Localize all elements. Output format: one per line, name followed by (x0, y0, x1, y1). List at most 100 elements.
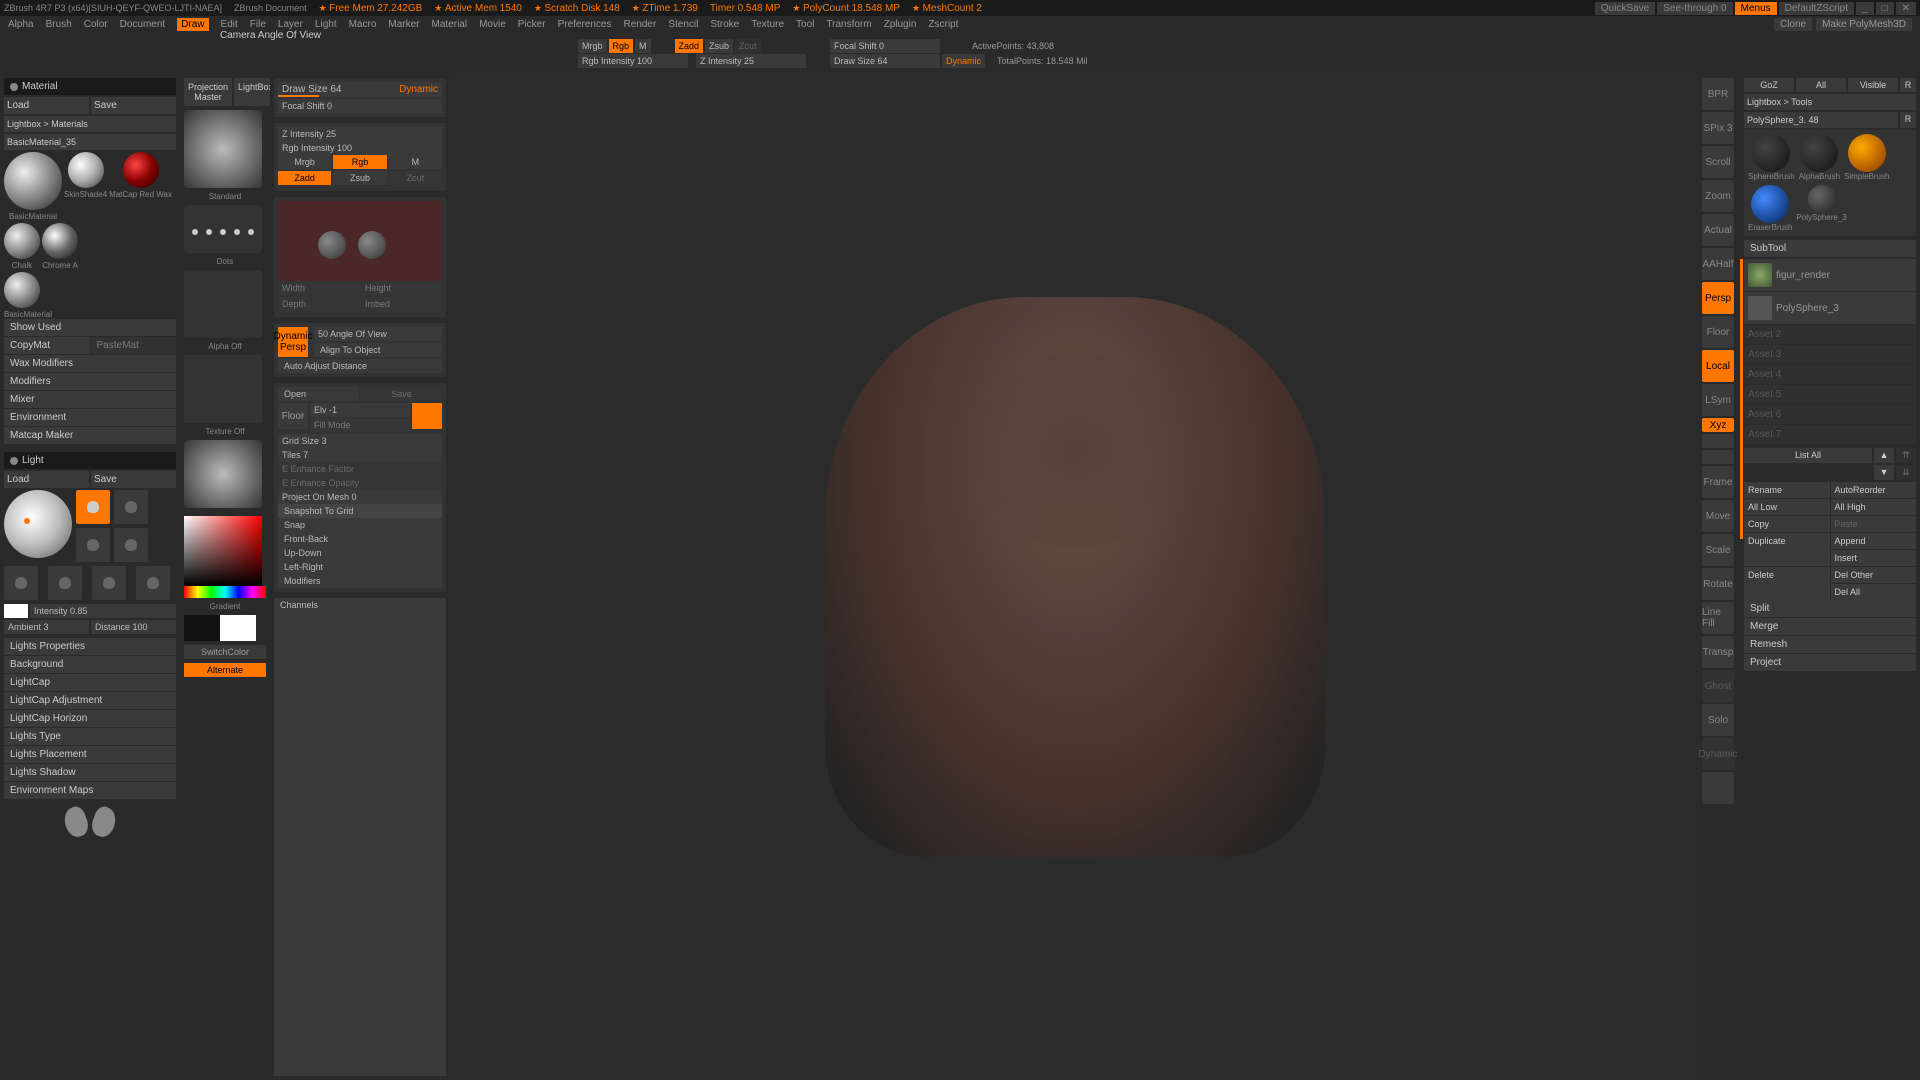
material-save-button[interactable]: Save (91, 97, 176, 114)
copy-button[interactable]: Copy (1744, 516, 1830, 532)
light-ambient-slider[interactable]: Ambient 3 (4, 620, 89, 634)
subtool-item-5[interactable]: Asset 5 (1744, 385, 1916, 404)
all-low-button[interactable]: All Low (1744, 499, 1830, 515)
lightcap-section[interactable]: LightCap (4, 674, 176, 691)
rotate-icon[interactable]: Rotate (1702, 568, 1734, 600)
spix-slider[interactable]: SPix 3 (1702, 112, 1734, 144)
zsub-button-panel[interactable]: Zsub (333, 171, 386, 185)
menu-tool[interactable]: Tool (796, 19, 814, 30)
pf-icon[interactable] (1702, 434, 1734, 448)
lsym-icon[interactable]: LSym (1702, 384, 1734, 416)
lightcap-adjustment-section[interactable]: LightCap Adjustment (4, 692, 176, 709)
material-panel-header[interactable]: Material (4, 78, 176, 95)
menu-light[interactable]: Light (315, 19, 337, 30)
width-slider[interactable]: Width (278, 281, 359, 295)
light-slot-2[interactable] (114, 490, 148, 524)
insert-button[interactable]: Insert (1831, 550, 1917, 566)
lights-properties-section[interactable]: Lights Properties (4, 638, 176, 655)
wax-modifiers-section[interactable]: Wax Modifiers (4, 355, 176, 372)
focal-shift-slider[interactable]: Focal Shift 0 (830, 39, 940, 53)
mrgb-button[interactable]: Mrgb (578, 39, 607, 53)
material-sphere-chalk[interactable] (4, 223, 40, 259)
lights-type-section[interactable]: Lights Type (4, 728, 176, 745)
floor-toggle-icon[interactable]: Floor (1702, 316, 1734, 348)
menu-picker[interactable]: Picker (518, 19, 546, 30)
left-right-button[interactable]: Left-Right (278, 560, 442, 574)
save-grid-button[interactable]: Save (361, 387, 442, 401)
menu-marker[interactable]: Marker (388, 19, 419, 30)
menu-stencil[interactable]: Stencil (668, 19, 698, 30)
light-slot-3[interactable] (76, 528, 110, 562)
rgb-intensity-slider[interactable]: Rgb Intensity 100 (578, 54, 688, 68)
xpose-icon[interactable] (1702, 772, 1734, 804)
light-load-button[interactable]: Load (4, 471, 89, 488)
all-high-button[interactable]: All High (1831, 499, 1917, 515)
material-preview[interactable] (184, 440, 262, 508)
defaultscript-button[interactable]: DefaultZScript (1779, 2, 1854, 15)
menu-alpha[interactable]: Alpha (8, 19, 34, 30)
menu-preferences[interactable]: Preferences (558, 19, 612, 30)
menu-layer[interactable]: Layer (278, 19, 303, 30)
window-close-icon[interactable]: ✕ (1896, 2, 1916, 15)
move-icon[interactable]: Move (1702, 500, 1734, 532)
paste-button[interactable]: Paste (1831, 516, 1917, 532)
material-load-button[interactable]: Load (4, 97, 89, 114)
focal-shift-slider-panel[interactable]: Focal Shift 0 (278, 99, 442, 113)
subtool-item-3[interactable]: Asset 3 (1744, 345, 1916, 364)
copymat-button[interactable]: CopyMat (4, 337, 90, 354)
arrow-down-icon[interactable]: ▼ (1874, 465, 1894, 480)
menu-movie[interactable]: Movie (479, 19, 506, 30)
viewport-canvas[interactable] (450, 74, 1700, 1080)
menus-button[interactable]: Menus (1735, 2, 1777, 15)
tool-polysphere[interactable] (1808, 185, 1836, 213)
imbed-slider[interactable]: Imbed (361, 297, 442, 311)
window-min-icon[interactable]: _ (1856, 2, 1874, 15)
environment-section[interactable]: Environment (4, 409, 176, 426)
actual-icon[interactable]: Actual (1702, 214, 1734, 246)
rgb-button-panel[interactable]: Rgb (333, 155, 386, 169)
light-panel-header[interactable]: Light (4, 452, 176, 469)
snapshot-to-grid-button[interactable]: Snapshot To Grid (278, 504, 442, 518)
subtool-item-4[interactable]: Asset 4 (1744, 365, 1916, 384)
lights-shadow-section[interactable]: Lights Shadow (4, 764, 176, 781)
rgb-intensity-slider-panel[interactable]: Rgb Intensity 100 (278, 141, 442, 155)
light-color-swatch[interactable] (4, 604, 28, 618)
scale-icon[interactable]: Scale (1702, 534, 1734, 566)
up-down-button[interactable]: Up-Down (278, 546, 442, 560)
arrow-up-icon[interactable]: ▲ (1874, 448, 1894, 463)
modifiers-section[interactable]: Modifiers (4, 373, 176, 390)
menu-edit[interactable]: Edit (221, 19, 238, 30)
menu-transform[interactable]: Transform (826, 19, 871, 30)
goz-all-button[interactable]: All (1796, 78, 1846, 92)
rename-button[interactable]: Rename (1744, 482, 1830, 498)
rgb-button[interactable]: Rgb (609, 39, 634, 53)
snap-button[interactable]: Snap (278, 518, 442, 532)
draw-size-slider-panel[interactable]: Draw Size 64Dynamic (278, 82, 442, 97)
zcut-button[interactable]: Zcut (735, 39, 761, 53)
persp-toggle-icon[interactable]: Persp (1702, 282, 1734, 314)
xyz-toggle-icon[interactable]: Xyz (1702, 418, 1734, 432)
z-intensity-slider-panel[interactable]: Z Intensity 25 (278, 127, 442, 141)
material-sphere-skinshade[interactable] (68, 152, 104, 188)
split-section[interactable]: Split (1744, 600, 1916, 617)
list-all-button[interactable]: List All (1744, 448, 1872, 463)
mixer-section[interactable]: Mixer (4, 391, 176, 408)
persp-icon[interactable]: DynamicPersp (278, 327, 308, 357)
quicksave-button[interactable]: QuickSave (1595, 2, 1655, 15)
tool-alpha-brush[interactable] (1800, 134, 1838, 172)
texture-preview[interactable] (184, 355, 262, 423)
scroll-icon[interactable]: Scroll (1702, 146, 1734, 178)
goz-visible-button[interactable]: Visible (1848, 78, 1898, 92)
brush-preview[interactable] (184, 110, 262, 188)
light-slot-4[interactable] (114, 528, 148, 562)
aahalf-icon[interactable]: AAHalf (1702, 248, 1734, 280)
alternate-button[interactable]: Alternate (184, 663, 266, 677)
tool-simple-brush[interactable] (1848, 134, 1886, 172)
background-section[interactable]: Background (4, 656, 176, 673)
project-section[interactable]: Project (1744, 654, 1916, 671)
color-picker[interactable] (184, 516, 266, 598)
depth-slider[interactable]: Depth (278, 297, 359, 311)
primary-color-swatch[interactable] (220, 615, 256, 641)
align-to-object-button[interactable]: Align To Object (314, 343, 442, 357)
subtool-item-7[interactable]: Asset 7 (1744, 425, 1916, 444)
